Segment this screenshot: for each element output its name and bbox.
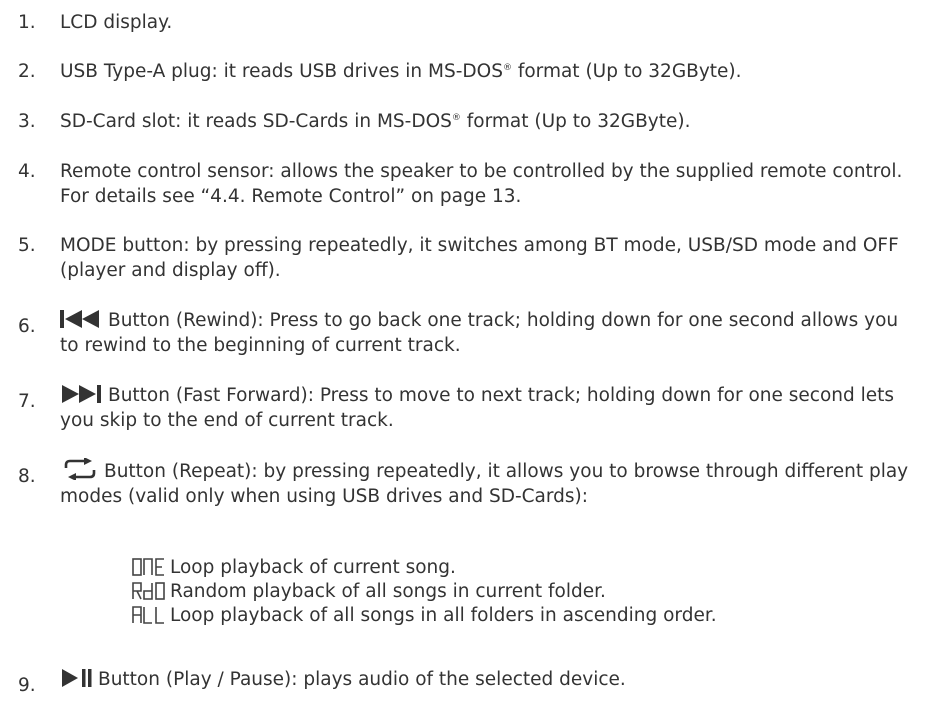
registered-mark: ® xyxy=(502,63,512,73)
rewind-icon xyxy=(60,309,104,329)
list-item-1: 1. LCD display. xyxy=(18,10,918,35)
play-mode-text: Loop playback of current song. xyxy=(170,557,456,578)
item-text-part: Button (Fast Forward): Press to move to … xyxy=(60,385,895,431)
item-text: Button (Fast Forward): Press to move to … xyxy=(60,383,918,433)
list-item-2: 2. USB Type-A plug: it reads USB drives … xyxy=(18,59,918,84)
item-number: 4. xyxy=(18,161,36,182)
item-number: 1. xyxy=(18,12,36,33)
item-text: Button (Rewind): Press to go back one tr… xyxy=(60,308,918,358)
lcd-one-icon xyxy=(132,558,166,576)
list-item-8: 8. Button (Repeat): by pressing repeated… xyxy=(18,458,918,509)
item-text: Button (Repeat): by pressing repeatedly,… xyxy=(60,458,918,509)
registered-mark: ® xyxy=(451,113,461,123)
list-item-7: 7. Button (Fast Forward): Press to move … xyxy=(18,383,918,433)
item-text: USB Type-A plug: it reads USB drives in … xyxy=(60,59,918,84)
item-text-part: USB Type-A plug: it reads USB drives in … xyxy=(60,61,503,82)
item-number: 9. xyxy=(18,675,36,696)
item-text-part: Button (Rewind): Press to go back one tr… xyxy=(60,310,899,356)
play-pause-icon xyxy=(60,668,94,688)
item-number: 6. xyxy=(18,316,36,337)
play-mode-all: Loop playback of all songs in all folder… xyxy=(132,604,912,628)
list-item-5: 5. MODE button: by pressing repeatedly, … xyxy=(18,233,918,283)
item-text: Remote control sensor: allows the speake… xyxy=(60,161,903,207)
list-item-3: 3. SD-Card slot: it reads SD-Cards in MS… xyxy=(18,109,918,134)
play-mode-text: Loop playback of all songs in all folder… xyxy=(170,605,717,626)
item-text: SD-Card slot: it reads SD-Cards in MS-DO… xyxy=(60,109,918,134)
item-text: MODE button: by pressing repeatedly, it … xyxy=(60,235,899,281)
list-item-9: 9. Button (Play / Pause): plays audio of… xyxy=(18,667,918,696)
item-text-part: Button (Play / Pause): plays audio of th… xyxy=(98,669,626,690)
play-mode-list: Loop playback of current song. Random pl… xyxy=(132,556,912,628)
list-item-4: 4. Remote control sensor: allows the spe… xyxy=(18,159,918,209)
repeat-icon xyxy=(60,458,100,480)
item-number: 2. xyxy=(18,61,36,82)
play-mode-text: Random playback of all songs in current … xyxy=(170,581,606,602)
item-text-part: SD-Card slot: it reads SD-Cards in MS-DO… xyxy=(60,111,452,132)
fast-forward-icon xyxy=(60,384,104,404)
lcd-all-icon xyxy=(132,606,166,624)
play-mode-random: Random playback of all songs in current … xyxy=(132,580,912,604)
item-number: 5. xyxy=(18,235,36,256)
item-number: 7. xyxy=(18,391,36,412)
item-text-part: format (Up to 32GByte). xyxy=(460,111,691,132)
item-text-part: Button (Repeat): by pressing repeatedly,… xyxy=(60,461,909,507)
item-text: Button (Play / Pause): plays audio of th… xyxy=(60,667,918,692)
item-number: 8. xyxy=(18,466,36,487)
item-text: LCD display. xyxy=(60,12,173,33)
item-text-part: format (Up to 32GByte). xyxy=(511,61,742,82)
play-mode-one: Loop playback of current song. xyxy=(132,556,912,580)
list-item-6: 6. Button (Rewind): Press to go back one… xyxy=(18,308,918,358)
item-number: 3. xyxy=(18,111,36,132)
lcd-rdo-icon xyxy=(132,582,166,600)
